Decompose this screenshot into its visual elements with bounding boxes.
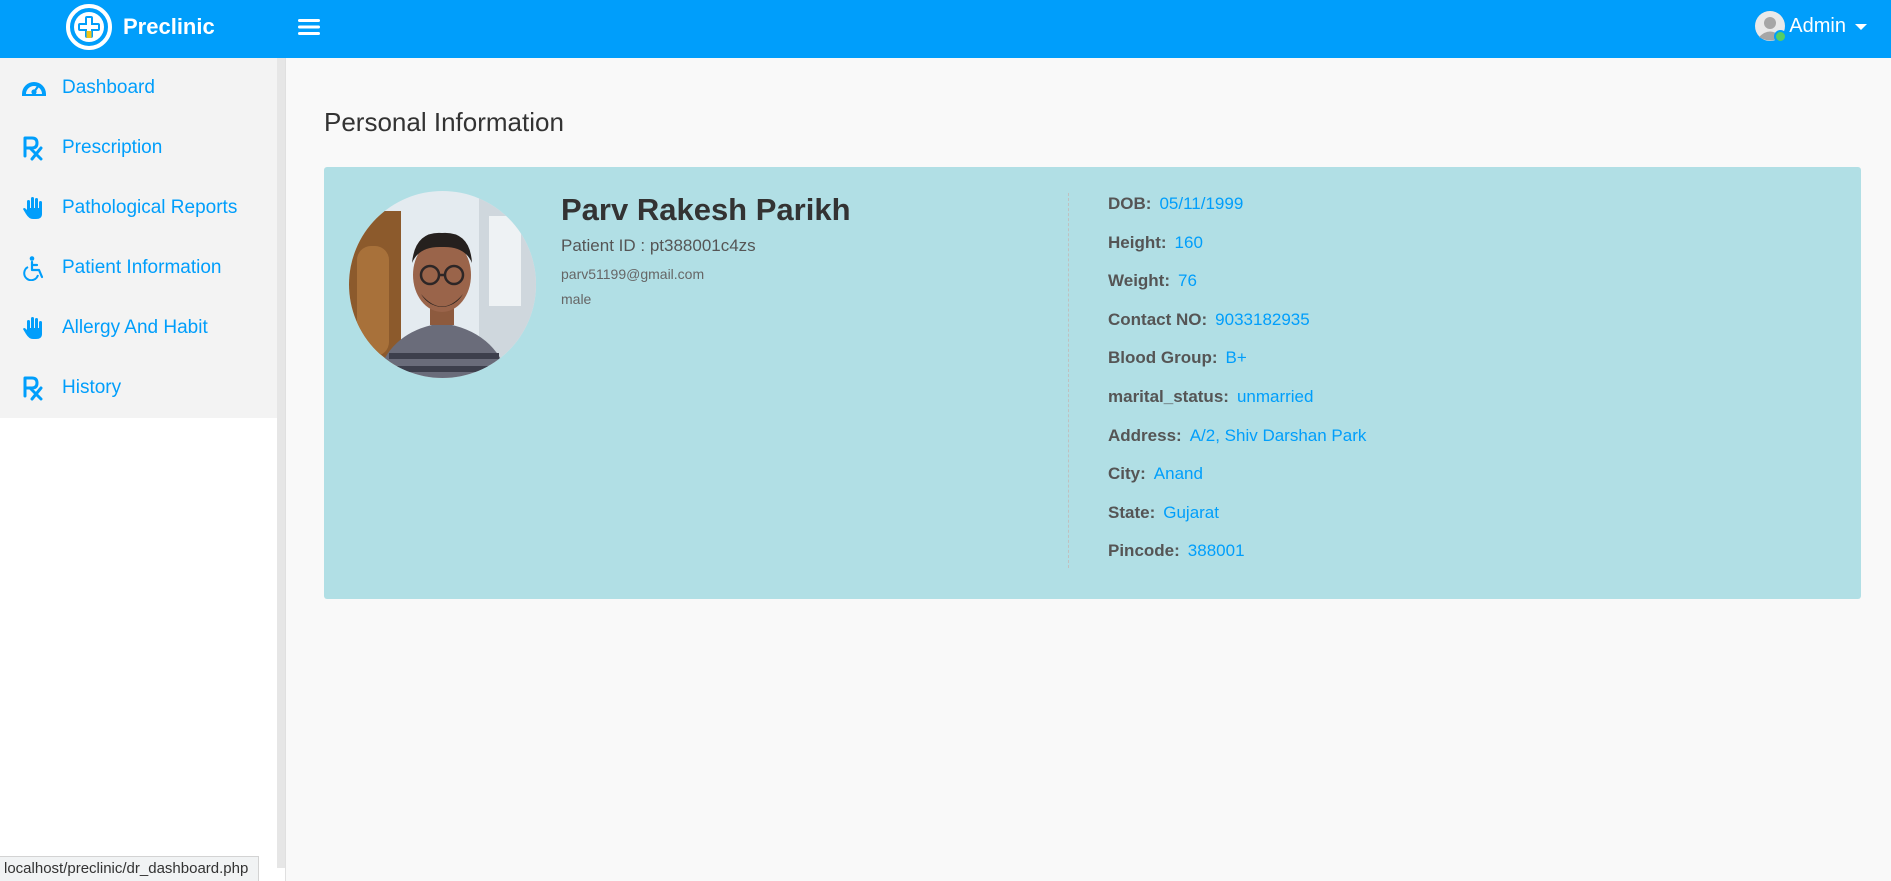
info-row-height: Height: 160	[1108, 233, 1366, 272]
patient-gender: male	[561, 291, 592, 307]
info-row-blood-group: Blood Group: B+	[1108, 348, 1366, 387]
info-value: 160	[1174, 232, 1203, 252]
sidebar-item-label: Prescription	[62, 137, 163, 158]
brand-name: Preclinic	[123, 14, 215, 39]
sidebar-item-label: History	[62, 377, 122, 398]
sidebar-item-label: Allergy And Habit	[62, 317, 208, 338]
brand-logo[interactable]: Preclinic	[66, 4, 215, 50]
info-title: Contact NO:	[1108, 309, 1208, 329]
info-title: City:	[1108, 464, 1146, 484]
sidebar-item-label: Patient Information	[62, 257, 222, 278]
browser-status-bar: localhost/preclinic/dr_dashboard.php	[0, 856, 260, 881]
sidebar-item-pathological-reports[interactable]: Pathological Reports	[0, 178, 278, 238]
info-row-city: City: Anand	[1108, 464, 1366, 503]
prescription-icon	[23, 136, 43, 161]
menu-toggle-icon[interactable]	[297, 15, 321, 39]
info-title: Blood Group:	[1108, 348, 1218, 368]
sidebar-item-label: Dashboard	[62, 77, 155, 98]
user-name: Admin	[1789, 14, 1846, 37]
top-header: Preclinic Admin	[0, 0, 1891, 58]
info-value: 388001	[1187, 541, 1245, 561]
sidebar-item-patient-information[interactable]: Patient Information	[0, 238, 278, 298]
sidebar-item-allergy-and-habit[interactable]: Allergy And Habit	[0, 298, 278, 358]
info-value: B+	[1225, 348, 1247, 368]
sidebar: Dashboard Prescription Pathological Repo…	[0, 58, 278, 418]
info-value: A/2, Shiv Darshan Park	[1189, 425, 1367, 445]
info-row-pincode: Pincode: 388001	[1108, 541, 1366, 580]
sidebar-item-history[interactable]: History	[0, 358, 278, 418]
info-row-contact: Contact NO: 9033182935	[1108, 310, 1366, 349]
hand-icon	[23, 197, 42, 219]
info-value: Gujarat	[1163, 502, 1219, 522]
hand-icon	[23, 317, 42, 339]
sidebar-scrollbar[interactable]	[277, 58, 285, 868]
info-row-address: Address: A/2, Shiv Darshan Park	[1108, 426, 1366, 465]
info-title: Pincode:	[1108, 541, 1180, 561]
patient-photo-image	[349, 191, 536, 378]
wheelchair-icon	[23, 256, 44, 281]
user-avatar	[1755, 11, 1788, 43]
info-title: marital_status:	[1108, 386, 1229, 406]
profile-photo	[349, 191, 536, 378]
sidebar-item-label: Pathological Reports	[62, 197, 238, 218]
info-value: 76	[1178, 271, 1197, 291]
profile-card: Parv Rakesh Parikh Patient ID : pt388001…	[324, 167, 1861, 599]
dashboard-icon	[22, 82, 46, 96]
info-title: DOB:	[1108, 194, 1152, 213]
page-title: Personal Information	[324, 107, 564, 137]
card-divider	[1068, 193, 1069, 568]
chevron-down-icon	[1855, 24, 1867, 30]
info-value: 05/11/1999	[1159, 194, 1244, 213]
info-row-marital-status: marital_status: unmarried	[1108, 387, 1366, 426]
info-row-state: State: Gujarat	[1108, 503, 1366, 542]
sidebar-item-prescription[interactable]: Prescription	[0, 118, 278, 178]
online-status-dot	[1774, 30, 1788, 43]
info-row-weight: Weight: 76	[1108, 271, 1366, 310]
info-title: Height:	[1108, 232, 1167, 252]
logo-icon	[66, 4, 112, 50]
user-menu[interactable]: Admin	[1755, 11, 1867, 43]
prescription-icon	[23, 376, 43, 401]
info-value: unmarried	[1236, 386, 1314, 406]
sidebar-item-dashboard[interactable]: Dashboard	[0, 58, 278, 118]
patient-email: parv51199@gmail.com	[561, 266, 705, 282]
info-title: State:	[1108, 502, 1156, 522]
info-value: Anand	[1153, 464, 1203, 484]
sidebar-divider	[285, 58, 286, 881]
info-value: 9033182935	[1215, 309, 1310, 329]
info-title: Address:	[1108, 425, 1182, 445]
info-row-dob: DOB: 05/11/1999	[1108, 194, 1366, 233]
personal-info-list: DOB: 05/11/1999 Height: 160 Weight: 76 Cont…	[1108, 194, 1366, 580]
info-title: Weight:	[1108, 271, 1171, 291]
patient-id: Patient ID : pt388001c4zs	[561, 236, 756, 255]
patient-name: Parv Rakesh Parikh	[561, 192, 851, 227]
